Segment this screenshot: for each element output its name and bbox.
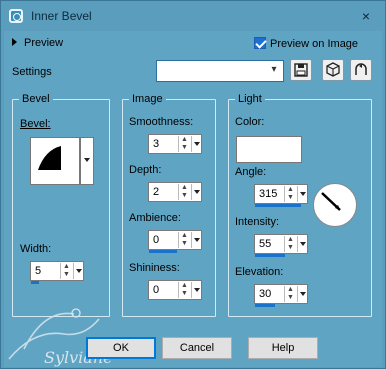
preview-toggle[interactable]: Preview [12,37,63,49]
ambience-spinner[interactable]: 0 ▲ ▼ [148,230,202,253]
image-group: Image Smoothness: 3 ▲ ▼ Depth: 2 ▲ ▼ Ambie… [122,93,216,317]
spin-arrows-icon[interactable]: ▲ ▼ [178,282,190,298]
resources-cube-icon [326,62,340,77]
angle-spinner[interactable]: 315 ▲ ▼ [254,184,308,207]
bevel-label: Bevel: [20,118,51,130]
reset-button[interactable] [350,59,372,81]
intensity-label: Intensity: [235,216,280,228]
save-preset-icon [294,63,308,77]
angle-value: 315 [259,188,278,200]
angle-dial[interactable] [313,183,357,227]
light-color-swatch[interactable] [236,136,302,163]
dialog-body: Preview Preview on Image Settings ▾ Beve… [4,31,382,367]
help-button[interactable]: Help [248,337,318,359]
close-button[interactable]: × [357,7,375,25]
smoothness-label: Smoothness: [129,116,194,128]
angle-dial-needle-icon [321,192,341,211]
smoothness-value: 3 [153,138,160,150]
smoothness-spinner[interactable]: 3 ▲ ▼ [148,134,202,154]
slider-dropdown-button[interactable] [191,136,200,152]
reset-icon [355,63,367,75]
preview-on-image-checkbox[interactable]: Preview on Image [254,37,358,50]
width-value: 5 [35,265,42,277]
bevel-dropdown-button[interactable] [80,137,94,185]
spin-arrows-icon[interactable]: ▲ ▼ [60,263,72,279]
resources-button[interactable] [322,59,344,81]
slider-dropdown-button[interactable] [191,232,200,248]
chevron-down-icon[interactable]: ▾ [268,64,280,78]
depth-label: Depth: [129,164,162,176]
spin-arrows-icon[interactable]: ▲ ▼ [284,286,296,302]
elevation-slider-track[interactable] [255,304,275,307]
width-label: Width: [20,243,52,255]
slider-dropdown-button[interactable] [191,184,200,200]
title-bar[interactable]: Inner Bevel × [1,1,385,31]
ambience-value: 0 [153,234,160,246]
color-label: Color: [235,116,265,128]
light-group-title: Light [235,93,265,105]
inner-bevel-dialog: Inner Bevel × Preview Preview on Image S… [0,0,386,369]
angle-slider-track[interactable] [255,204,301,207]
depth-value: 2 [153,186,160,198]
image-group-title: Image [129,93,166,105]
preview-on-image-label: Preview on Image [270,38,359,50]
expand-arrow-icon [12,38,17,46]
checkbox-checked-icon [254,37,266,49]
spin-arrows-icon[interactable]: ▲ ▼ [178,136,190,152]
light-group: Light Color: Angle: 315 ▲ ▼ Intensity: 55… [228,93,372,317]
intensity-slider-track[interactable] [255,254,285,257]
ok-button[interactable]: OK [86,337,156,359]
spin-arrows-icon[interactable]: ▲ ▼ [284,236,296,252]
shininess-label: Shininess: [129,262,180,274]
preview-label: Preview [24,37,64,49]
ambience-label: Ambience: [129,212,181,224]
cancel-button[interactable]: Cancel [162,337,232,359]
slider-dropdown-button[interactable] [73,263,82,279]
depth-spinner[interactable]: 2 ▲ ▼ [148,182,202,202]
bevel-shape-icon [38,146,61,170]
slider-dropdown-button[interactable] [297,286,306,302]
ambience-slider-track[interactable] [149,250,177,253]
spin-arrows-icon[interactable]: ▲ ▼ [178,232,190,248]
elevation-value: 30 [259,288,272,300]
settings-label: Settings [12,66,52,78]
spin-arrows-icon[interactable]: ▲ ▼ [284,186,296,202]
width-slider-track[interactable] [31,281,39,284]
intensity-value: 55 [259,238,272,250]
bevel-shape-preview[interactable] [30,137,80,185]
spin-arrows-icon[interactable]: ▲ ▼ [178,184,190,200]
save-preset-button[interactable] [290,59,312,81]
width-spinner[interactable]: 5 ▲ ▼ [30,261,84,284]
intensity-spinner[interactable]: 55 ▲ ▼ [254,234,308,257]
slider-dropdown-button[interactable] [297,236,306,252]
bevel-group: Bevel Bevel: Width: 5 ▲ ▼ [12,93,110,317]
window-title: Inner Bevel [31,9,92,23]
slider-dropdown-button[interactable] [191,282,200,298]
bevel-group-title: Bevel [19,93,53,105]
app-icon [9,9,23,23]
elevation-spinner[interactable]: 30 ▲ ▼ [254,284,308,307]
settings-preset-combo[interactable]: ▾ [156,60,284,82]
slider-dropdown-button[interactable] [297,186,306,202]
elevation-label: Elevation: [235,266,284,278]
angle-label: Angle: [235,166,267,178]
